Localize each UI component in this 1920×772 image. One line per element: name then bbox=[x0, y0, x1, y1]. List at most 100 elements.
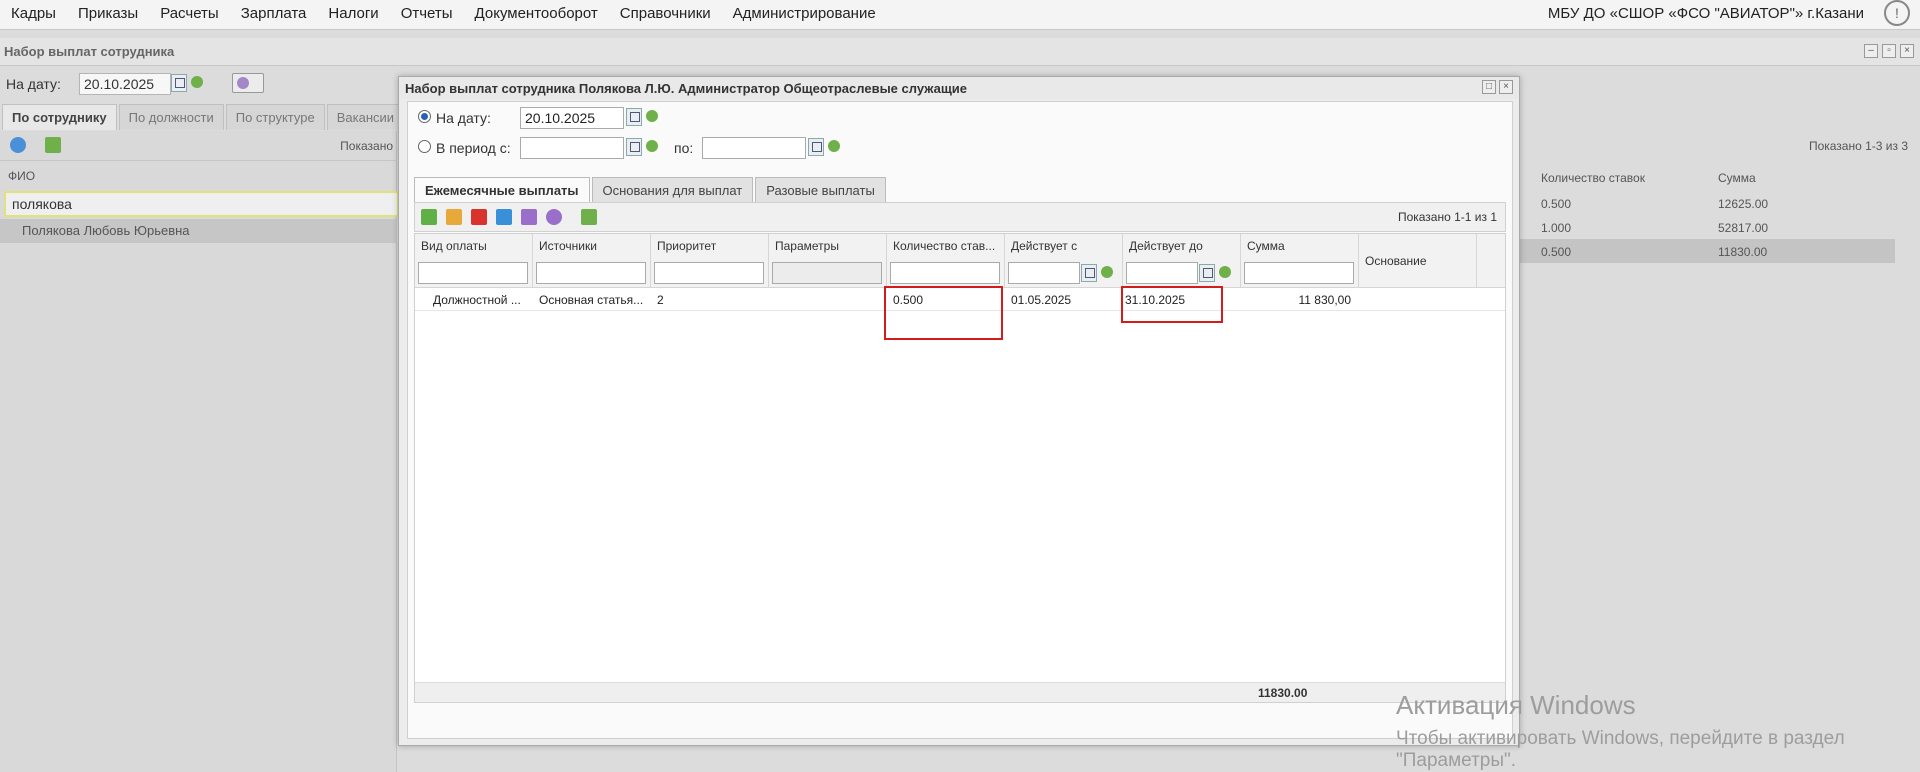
background-window-title: Набор выплат сотрудника bbox=[4, 44, 175, 59]
source-filter[interactable] bbox=[536, 262, 646, 284]
menu-item-otchety[interactable]: Отчеты bbox=[390, 0, 464, 30]
column-parameters[interactable]: Параметры bbox=[769, 234, 887, 288]
calendar-icon[interactable] bbox=[626, 108, 642, 126]
table-row[interactable]: 0.500 11830.00 bbox=[1505, 239, 1895, 263]
date-refresh-icon[interactable] bbox=[826, 138, 842, 156]
fio-column-header: ФИО bbox=[8, 169, 36, 183]
sum-cell: 52817.00 bbox=[1718, 221, 1769, 235]
rate-cell: 1.000 bbox=[1541, 221, 1572, 235]
maximize-icon[interactable]: □ bbox=[1482, 80, 1496, 94]
on-date-label: На дату: bbox=[436, 110, 491, 126]
copy-icon[interactable] bbox=[496, 209, 512, 225]
column-rate[interactable]: Количество став... bbox=[887, 234, 1005, 288]
table-row[interactable]: 1.000 52817.00 bbox=[1505, 215, 1895, 239]
restore-icon[interactable]: ▫ bbox=[1882, 44, 1896, 58]
pay-type-filter[interactable] bbox=[418, 262, 528, 284]
filter-dropdown-icon[interactable] bbox=[10, 137, 26, 153]
column-valid-from[interactable]: Действует с bbox=[1005, 234, 1123, 288]
rate-cell: 0.500 bbox=[1541, 197, 1572, 211]
tab-by-employee[interactable]: По сотруднику bbox=[2, 104, 117, 130]
employee-list-item[interactable]: Полякова Любовь Юрьевна bbox=[0, 219, 397, 243]
dialog-titlebar: Набор выплат сотрудника Полякова Л.Ю. Ад… bbox=[399, 77, 1519, 99]
fio-search-input[interactable]: полякова bbox=[4, 191, 399, 217]
calendar-icon[interactable] bbox=[171, 74, 187, 92]
calendar-icon[interactable] bbox=[808, 138, 824, 156]
dialog-title: Набор выплат сотрудника Полякова Л.Ю. Ад… bbox=[405, 81, 968, 96]
valid-from-cell: 01.05.2025 bbox=[1011, 293, 1072, 307]
column-valid-to[interactable]: Действует до bbox=[1123, 234, 1241, 288]
menu-item-nalogi[interactable]: Налоги bbox=[317, 0, 389, 30]
monthly-payments-grid: Вид оплаты Источники Приоритет Параметры… bbox=[414, 233, 1506, 703]
tab-payment-grounds[interactable]: Основания для выплат bbox=[591, 177, 754, 203]
tab-one-time-payments[interactable]: Разовые выплаты bbox=[755, 177, 886, 203]
column-header-label: Параметры bbox=[775, 239, 839, 253]
windows-activation-title: Активация Windows bbox=[1396, 690, 1636, 720]
on-date-field[interactable]: 20.10.2025 bbox=[520, 107, 624, 129]
minimize-icon[interactable]: – bbox=[1864, 44, 1878, 58]
grid-count-label: Показано 1-1 из 1 bbox=[1397, 210, 1497, 224]
dialog-body: На дату: 20.10.2025 В период с: по: Ежем… bbox=[407, 101, 1513, 739]
date-refresh-icon[interactable] bbox=[644, 138, 660, 156]
calendar-icon[interactable] bbox=[1199, 264, 1215, 282]
column-source[interactable]: Источники bbox=[533, 234, 651, 288]
tab-monthly-payments[interactable]: Ежемесячные выплаты bbox=[414, 177, 590, 203]
highlight-box-rate bbox=[884, 286, 1003, 340]
priority-filter[interactable] bbox=[654, 262, 764, 284]
column-priority[interactable]: Приоритет bbox=[651, 234, 769, 288]
sum-cell: 12625.00 bbox=[1718, 197, 1769, 211]
valid-to-filter[interactable] bbox=[1126, 262, 1198, 284]
menu-item-prikazy[interactable]: Приказы bbox=[67, 0, 149, 30]
close-icon[interactable]: × bbox=[1900, 44, 1914, 58]
column-pay-type[interactable]: Вид оплаты bbox=[415, 234, 533, 288]
menu-item-raschety[interactable]: Расчеты bbox=[149, 0, 230, 30]
date-refresh-icon[interactable] bbox=[644, 108, 660, 126]
tab-by-position[interactable]: По должности bbox=[118, 104, 224, 130]
background-payments-grid: Показано 1-3 из 3 Количество ставок Сумм… bbox=[1505, 131, 1920, 263]
refresh-icon[interactable] bbox=[581, 209, 597, 225]
tab-by-structure[interactable]: По структуре bbox=[225, 104, 325, 130]
period-radio[interactable] bbox=[418, 140, 431, 153]
clock-icon[interactable]: ! bbox=[1884, 0, 1910, 26]
employee-count-label: Показано bbox=[340, 139, 393, 153]
menu-item-kadry[interactable]: Кадры bbox=[0, 0, 67, 30]
period-to-field[interactable] bbox=[702, 137, 806, 159]
table-row[interactable]: 0.500 12625.00 bbox=[1505, 191, 1895, 215]
tab-vacancies[interactable]: Вакансии bbox=[326, 104, 405, 130]
column-basis[interactable]: Основание bbox=[1359, 234, 1477, 288]
background-window-header: Набор выплат сотрудника – ▫ × bbox=[0, 38, 1920, 66]
close-icon[interactable]: × bbox=[1499, 80, 1513, 94]
column-sum[interactable]: Сумма bbox=[1241, 234, 1359, 288]
calendar-icon[interactable] bbox=[626, 138, 642, 156]
background-grid-count: Показано 1-3 из 3 bbox=[1808, 139, 1908, 153]
rate-filter[interactable] bbox=[890, 262, 1000, 284]
rate-column-header: Количество ставок bbox=[1541, 171, 1645, 185]
date-refresh-icon[interactable] bbox=[1217, 264, 1233, 282]
payment-set-dialog: Набор выплат сотрудника Полякова Л.Ю. Ад… bbox=[398, 76, 1520, 746]
settings-dropdown-button[interactable] bbox=[232, 73, 264, 93]
dialog-tabs: Ежемесячные выплаты Основания для выплат… bbox=[414, 177, 886, 203]
column-header-label: Сумма bbox=[1247, 239, 1285, 253]
sum-cell: 11830.00 bbox=[1718, 245, 1768, 259]
period-from-label: В период с: bbox=[436, 140, 511, 156]
period-from-field[interactable] bbox=[520, 137, 624, 159]
add-icon[interactable] bbox=[421, 209, 437, 225]
organization-name: МБУ ДО «СШОР «ФСО "АВИАТОР"» г.Казани bbox=[1547, 5, 1864, 22]
valid-from-filter[interactable] bbox=[1008, 262, 1080, 284]
menu-item-dokumentooborot[interactable]: Документооборот bbox=[464, 0, 609, 30]
date-refresh-icon[interactable] bbox=[189, 74, 205, 92]
sum-filter[interactable] bbox=[1244, 262, 1354, 284]
on-date-radio[interactable] bbox=[418, 110, 431, 123]
date-field[interactable]: 20.10.2025 bbox=[79, 73, 171, 95]
gear-icon[interactable] bbox=[546, 209, 562, 225]
menu-item-zarplata[interactable]: Зарплата bbox=[230, 0, 318, 30]
calendar-icon[interactable] bbox=[1081, 264, 1097, 282]
edit-icon[interactable] bbox=[446, 209, 462, 225]
delete-icon[interactable] bbox=[471, 209, 487, 225]
menu-item-administrirovanie[interactable]: Администрирование bbox=[722, 0, 887, 30]
dialog-window-buttons: □ × bbox=[1482, 80, 1513, 94]
grid-toolbar: Показано 1-1 из 1 bbox=[414, 202, 1506, 232]
menu-item-spravochniki[interactable]: Справочники bbox=[609, 0, 722, 30]
refresh-icon[interactable] bbox=[45, 137, 61, 153]
sum-icon[interactable] bbox=[521, 209, 537, 225]
date-refresh-icon[interactable] bbox=[1099, 264, 1115, 282]
